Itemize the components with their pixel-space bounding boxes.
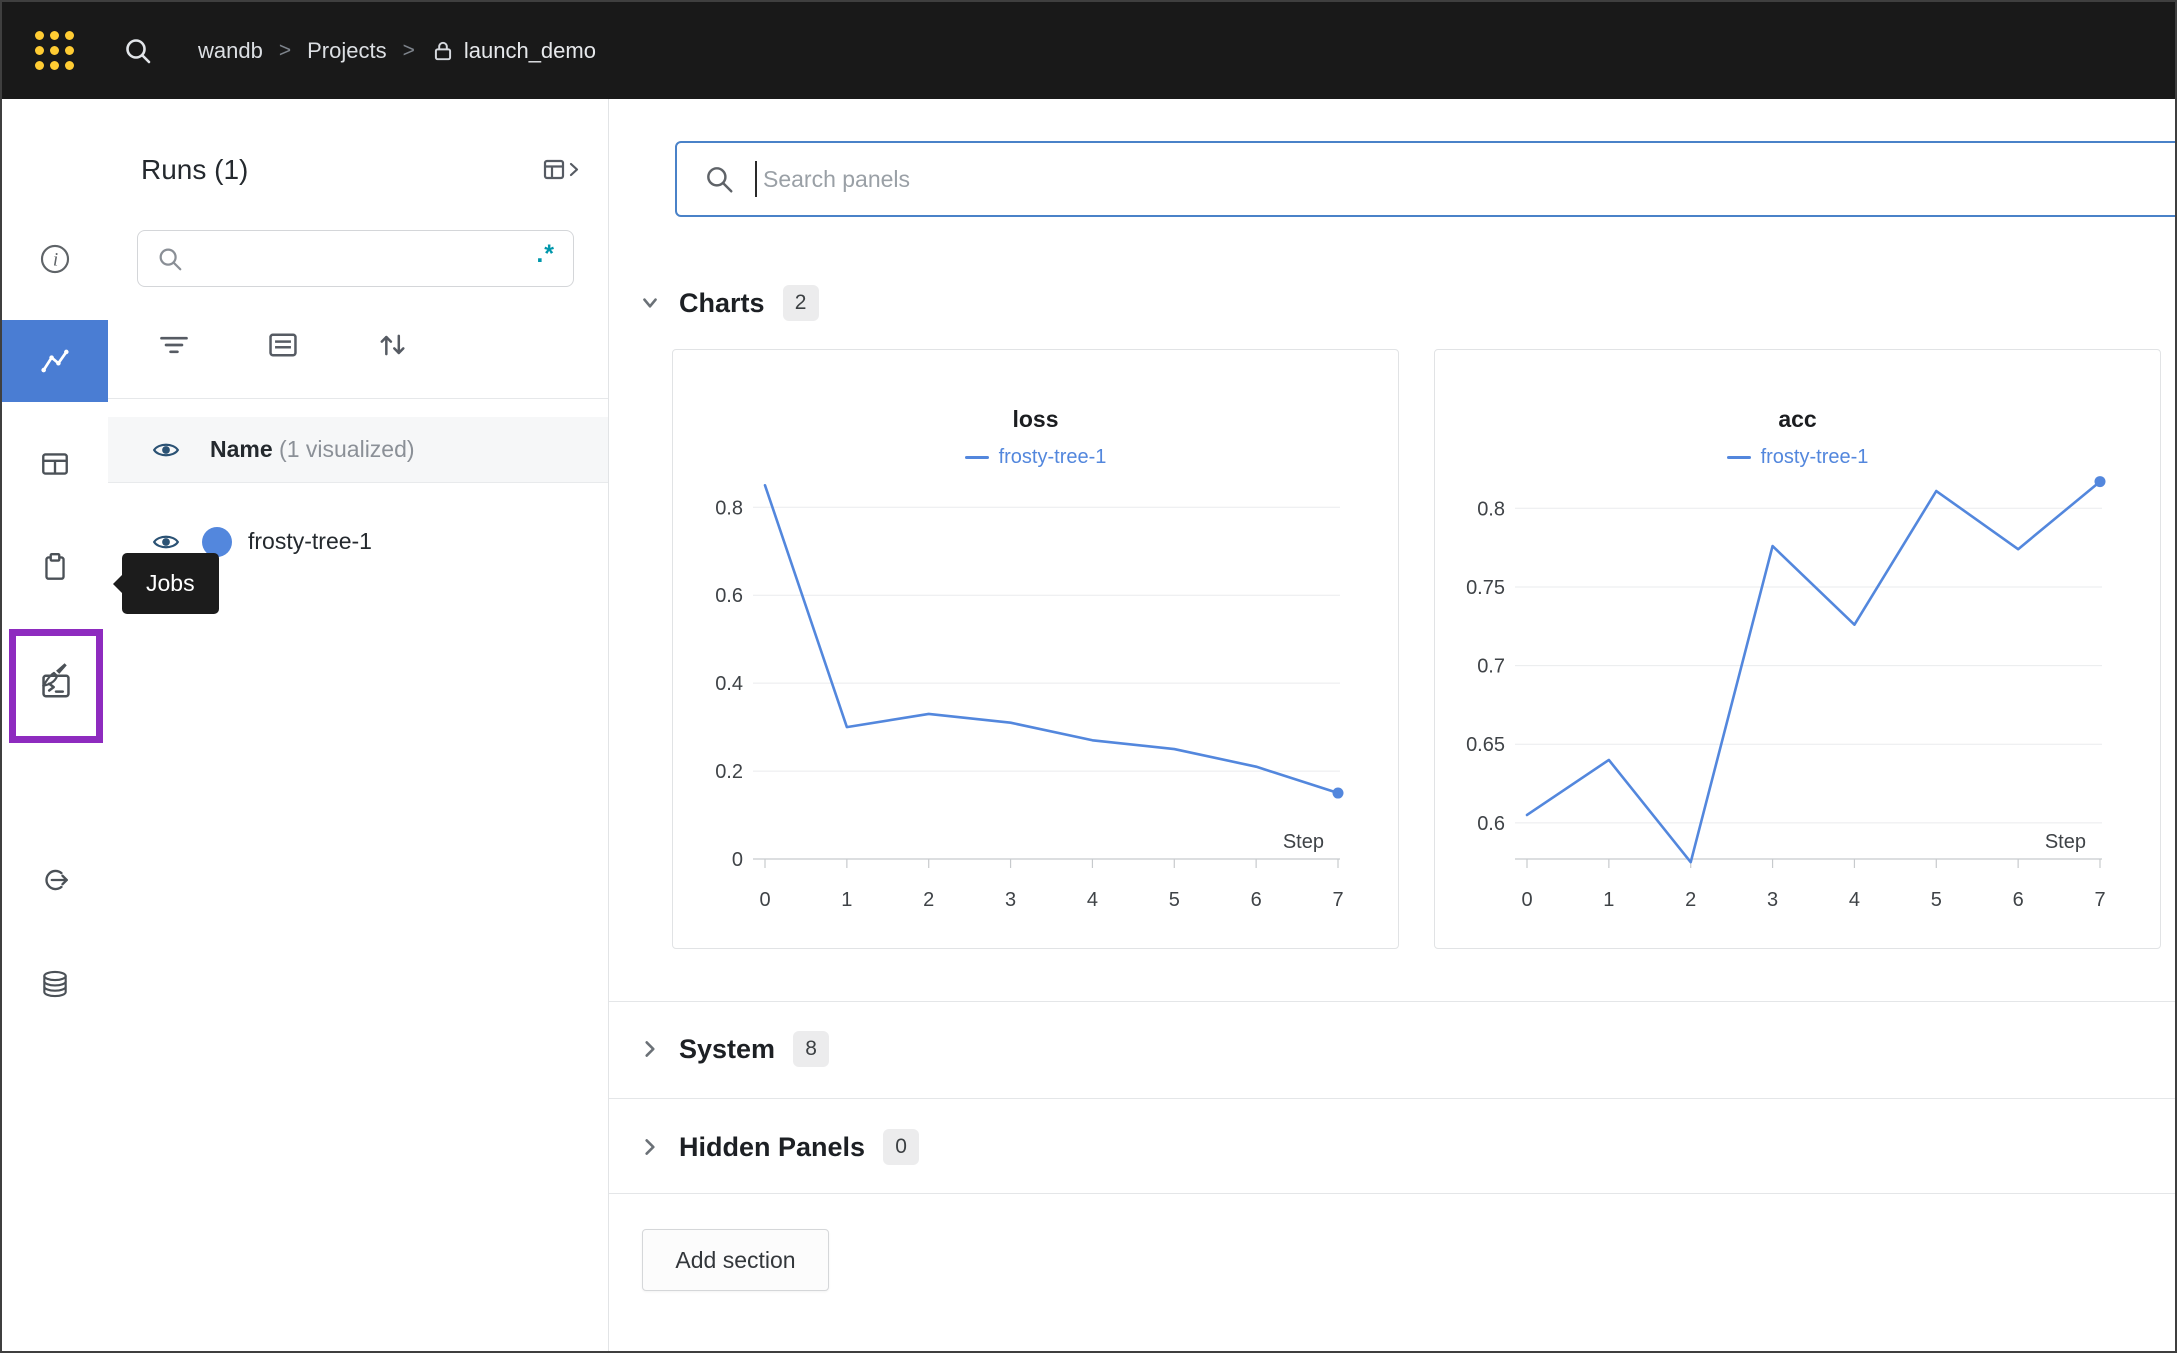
chart-panel-loss[interactable]: loss frosty-tree-1 0 0.2 0.4 0.6 0.8 0 1 2 3 4 5 6 7… — [672, 349, 1399, 949]
runs-column-name: Name (1 visualized) — [210, 436, 415, 462]
svg-text:2: 2 — [1685, 889, 1696, 911]
panel-search-input[interactable] — [763, 165, 2175, 193]
svg-text:5: 5 — [1169, 889, 1180, 911]
group-icon[interactable] — [266, 328, 300, 362]
sidebar-item-jobs[interactable] — [9, 629, 103, 743]
svg-text:0.6: 0.6 — [715, 585, 743, 607]
svg-text:7: 7 — [1332, 889, 1343, 911]
svg-text:2: 2 — [923, 889, 934, 911]
svg-text:0: 0 — [759, 889, 770, 911]
info-icon: i — [40, 244, 70, 274]
svg-text:0: 0 — [732, 849, 743, 871]
workspace-main: Charts 2 loss frosty-tree-1 00.20.40.60.… — [609, 99, 2175, 1351]
section-header-system[interactable]: System 8 — [639, 1019, 830, 1079]
divider — [609, 1001, 2175, 1002]
text-caret — [755, 161, 757, 197]
svg-text:Step: Step — [1283, 831, 1324, 853]
svg-text:0.4: 0.4 — [715, 673, 743, 695]
svg-text:Step: Step — [2045, 831, 2086, 853]
chart-plot[interactable]: 0 0.2 0.4 0.6 0.8 0 1 2 3 4 5 6 7 Step — [673, 350, 1400, 950]
runs-panel: Runs (1) .* Name (1 visualized) frosty-t… — [108, 99, 609, 1351]
divider — [609, 1193, 2175, 1194]
runs-header-row: Name (1 visualized) — [108, 417, 608, 483]
svg-text:0.2: 0.2 — [715, 761, 743, 783]
svg-text:0.8: 0.8 — [715, 497, 743, 519]
jobs-tooltip: Jobs — [122, 553, 219, 614]
search-icon[interactable] — [122, 35, 154, 67]
svg-text:1: 1 — [841, 889, 852, 911]
run-name[interactable]: frosty-tree-1 — [248, 528, 372, 555]
section-header-hidden-panels[interactable]: Hidden Panels 0 — [639, 1117, 920, 1177]
filter-icon[interactable] — [157, 328, 191, 362]
svg-text:7: 7 — [2094, 889, 2105, 911]
svg-text:1: 1 — [1603, 889, 1614, 911]
svg-text:0.75: 0.75 — [1466, 577, 1505, 599]
section-header-charts[interactable]: Charts 2 — [639, 273, 819, 333]
line-chart-icon — [41, 349, 69, 373]
divider — [609, 1098, 2175, 1099]
sort-icon[interactable] — [375, 328, 409, 362]
terminal-icon — [42, 674, 70, 698]
sidebar-item-table[interactable] — [2, 436, 108, 492]
svg-text:0: 0 — [1521, 889, 1532, 911]
search-icon — [703, 163, 735, 195]
top-navigation-bar: wandb > Projects > launch_demo — [2, 2, 2175, 99]
chevron-right-icon — [639, 1038, 661, 1060]
runs-search-input[interactable] — [198, 245, 523, 272]
breadcrumb: wandb > Projects > launch_demo — [198, 38, 596, 64]
database-icon — [43, 970, 67, 998]
launch-icon — [45, 869, 68, 891]
left-nav-rail: i — [2, 99, 108, 1351]
breadcrumb-projects[interactable]: Projects — [307, 38, 386, 64]
breadcrumb-org[interactable]: wandb — [198, 38, 263, 64]
svg-text:0.6: 0.6 — [1477, 813, 1505, 835]
sidebar-item-launch[interactable] — [2, 852, 108, 908]
eye-icon[interactable] — [152, 528, 180, 556]
svg-text:3: 3 — [1767, 889, 1778, 911]
svg-text:i: i — [53, 249, 58, 270]
regex-toggle-icon[interactable]: .* — [536, 242, 555, 275]
divider — [108, 398, 608, 399]
svg-text:4: 4 — [1849, 889, 1860, 911]
svg-text:0.7: 0.7 — [1477, 656, 1505, 678]
panel-search-box — [675, 141, 2175, 217]
svg-text:6: 6 — [2013, 889, 2024, 911]
table-icon — [42, 453, 68, 475]
svg-text:0.65: 0.65 — [1466, 734, 1505, 756]
sidebar-item-artifacts[interactable] — [2, 956, 108, 1012]
svg-text:3: 3 — [1005, 889, 1016, 911]
clipboard-icon — [45, 553, 65, 580]
runs-search-box: .* — [137, 230, 574, 287]
panel-count-badge: 8 — [793, 1031, 830, 1067]
chart-plot[interactable]: 0.6 0.65 0.7 0.75 0.8 0 1 2 3 4 5 6 7 Step — [1435, 350, 2162, 950]
run-color-dot[interactable] — [202, 526, 232, 557]
lock-icon — [434, 41, 451, 60]
sidebar-item-overview[interactable]: i — [2, 231, 108, 287]
svg-text:4: 4 — [1087, 889, 1098, 911]
visualized-count: (1 visualized) — [279, 436, 415, 462]
chevron-right-icon — [639, 1136, 661, 1158]
sidebar-item-workspace[interactable] — [2, 320, 108, 402]
breadcrumb-project[interactable]: launch_demo — [431, 38, 596, 64]
breadcrumb-separator: > — [278, 38, 292, 62]
sidebar-item-reports[interactable] — [2, 539, 108, 595]
add-section-button[interactable]: Add section — [642, 1229, 829, 1291]
panel-count-badge: 2 — [782, 285, 819, 321]
chart-panel-acc[interactable]: acc frosty-tree-1 0.6 0.65 0.7 0.75 0.8 0 1 2 3 4… — [1434, 349, 2161, 949]
search-icon — [159, 248, 182, 270]
table-expand-icon[interactable] — [542, 155, 582, 185]
app-window: wandb > Projects > launch_demo i Jobs Ru… — [0, 0, 2177, 1353]
panel-count-badge: 0 — [883, 1129, 920, 1165]
svg-text:5: 5 — [1931, 889, 1942, 911]
charts-grid: loss frosty-tree-1 0 0.2 0.4 0.6 0.8 0 1 2 3 4 5 6 7… — [672, 349, 2161, 949]
eye-icon[interactable] — [152, 436, 180, 464]
wandb-logo[interactable] — [35, 31, 74, 70]
runs-panel-title: Runs (1) — [141, 154, 249, 185]
svg-text:6: 6 — [1251, 889, 1262, 911]
breadcrumb-separator: > — [402, 38, 415, 62]
chevron-down-icon — [639, 292, 661, 314]
svg-text:0.8: 0.8 — [1477, 498, 1505, 520]
